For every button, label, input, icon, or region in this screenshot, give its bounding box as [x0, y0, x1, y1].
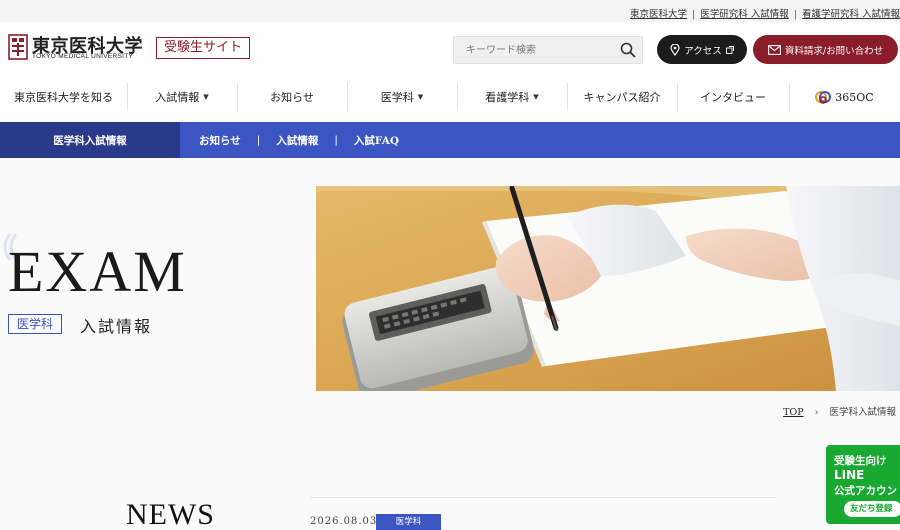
line-banner-text: LINE	[834, 468, 865, 482]
subnav-link-news[interactable]: お知らせ	[199, 133, 241, 148]
exam-study-photo	[316, 186, 900, 391]
nav-item-label: 東京医科大学を知る	[14, 91, 113, 104]
utility-link-university[interactable]: 東京医科大学	[630, 9, 687, 20]
separator: |	[334, 134, 338, 146]
site-header: 東京医科大学 TOKYO MEDICAL UNIVERSITY 受験生サイト ア…	[0, 22, 900, 74]
caret-down-icon: ▼	[533, 93, 539, 101]
subnav-current[interactable]: 医学科入試情報	[0, 122, 180, 158]
nav-item-label: 365OC	[835, 90, 874, 104]
nav-item-news[interactable]: お知らせ	[237, 74, 347, 120]
utility-link-graduate-medicine[interactable]: 医学研究科 入試情報	[700, 9, 789, 20]
hero-subtitle: 入試情報	[80, 317, 153, 336]
global-nav: 東京医科大学を知る 入試情報 ▼ お知らせ 医学科 ▼ 看護学科 ▼ キャンパス…	[0, 74, 900, 120]
news-item-category: 医学科	[376, 514, 441, 530]
search-box	[453, 36, 643, 64]
request-info-button[interactable]: 資料請求/お問い合わせ	[753, 35, 898, 64]
nav-item-label: お知らせ	[270, 91, 314, 104]
breadcrumb: TOP › 医学科入試情報	[783, 404, 896, 418]
line-banner-text: 受験生向け	[834, 455, 887, 467]
utility-bar: 東京医科大学 | 医学研究科 入試情報 | 看護学研究科 入試情報	[0, 0, 900, 22]
nav-item-medicine[interactable]: 医学科 ▼	[347, 74, 457, 120]
nav-item-interview[interactable]: インタビュー	[677, 74, 789, 120]
separator: |	[692, 9, 696, 20]
university-crest-icon	[8, 34, 28, 60]
365oc-logo-icon	[815, 91, 832, 104]
line-official-account-banner[interactable]: 受験生向け LINE 公式アカウント 友だち登録	[826, 445, 900, 524]
logo-english-name: TOKYO MEDICAL UNIVERSITY	[32, 53, 134, 60]
news-item-date: 2026.08.03	[310, 516, 378, 527]
access-label: アクセス	[684, 45, 722, 57]
nav-item-label: 医学科	[380, 91, 414, 104]
site-badge[interactable]: 受験生サイト	[156, 37, 251, 59]
hero-title: EXAM	[8, 239, 187, 304]
utility-link-graduate-nursing[interactable]: 看護学研究科 入試情報	[802, 9, 900, 20]
news-heading: NEWS	[126, 498, 215, 530]
hero-image	[316, 186, 900, 391]
nav-item-label: インタビュー	[700, 91, 766, 104]
add-friend-button[interactable]: 友だち登録	[844, 501, 900, 517]
subnav-link-admissions[interactable]: 入試情報	[276, 133, 318, 148]
search-input[interactable]	[454, 37, 614, 63]
external-link-icon	[725, 45, 734, 54]
nav-item-admissions[interactable]: 入試情報 ▼	[127, 74, 237, 120]
request-info-label: 資料請求/お問い合わせ	[784, 45, 884, 57]
map-pin-icon	[670, 43, 680, 56]
breadcrumb-current: 医学科入試情報	[829, 407, 896, 418]
utility-links: 東京医科大学 | 医学研究科 入試情報 | 看護学研究科 入試情報	[630, 6, 900, 20]
caret-down-icon: ▼	[417, 93, 424, 101]
search-icon[interactable]	[620, 42, 636, 58]
nav-item-about[interactable]: 東京医科大学を知る	[0, 74, 127, 120]
nav-item-label: キャンパス紹介	[583, 91, 661, 104]
nav-item-nursing[interactable]: 看護学科 ▼	[457, 74, 567, 120]
sub-nav: 医学科入試情報 お知らせ | 入試情報 | 入試FAQ	[0, 122, 900, 158]
divider	[310, 497, 776, 498]
nav-item-label: 看護学科	[485, 91, 530, 104]
hero-category-tag: 医学科	[8, 314, 63, 334]
nav-item-campus[interactable]: キャンパス紹介	[567, 74, 677, 120]
line-banner-text: 公式アカウント	[834, 485, 900, 497]
nav-item-365oc[interactable]: 365OC	[789, 74, 900, 120]
subnav-links: お知らせ | 入試情報 | 入試FAQ	[199, 122, 399, 158]
caret-down-icon: ▼	[203, 93, 209, 101]
separator: |	[793, 9, 797, 20]
mail-icon	[767, 44, 781, 55]
access-button[interactable]: アクセス	[657, 35, 747, 64]
university-logo[interactable]: 東京医科大学 TOKYO MEDICAL UNIVERSITY	[8, 34, 148, 64]
separator: |	[256, 134, 261, 146]
breadcrumb-top-link[interactable]: TOP	[783, 407, 804, 418]
nav-item-label: 入試情報	[155, 91, 200, 104]
subnav-link-faq[interactable]: 入試FAQ	[354, 133, 399, 148]
breadcrumb-arrow-icon: ›	[814, 407, 819, 418]
